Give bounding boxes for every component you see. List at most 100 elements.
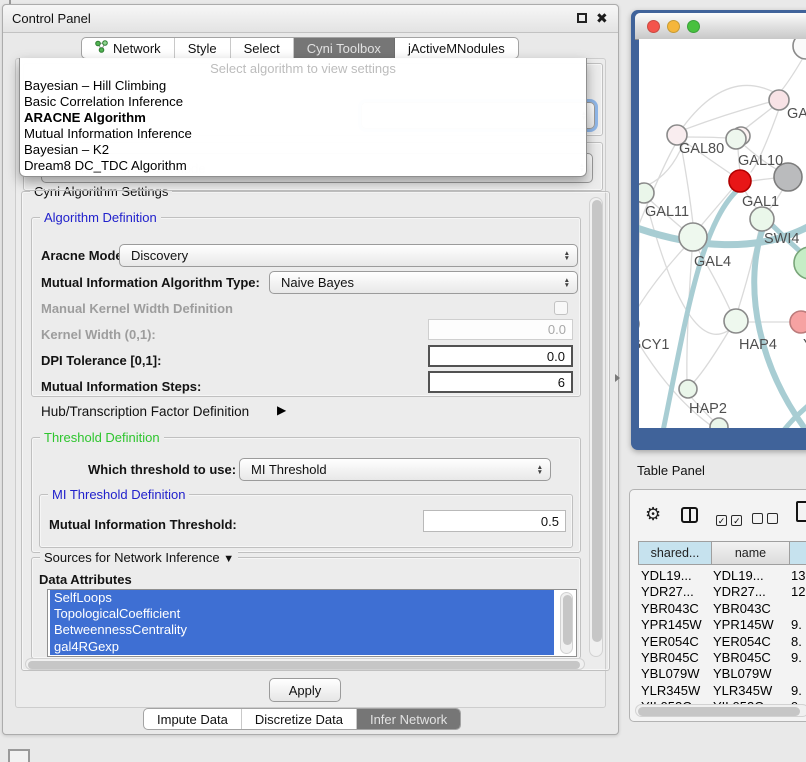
network-node[interactable] <box>769 90 789 110</box>
kernel-width-label: Kernel Width (0,1): <box>41 327 156 342</box>
data-attribute-item[interactable]: TopologicalCoefficient <box>50 606 554 622</box>
window-close-button[interactable] <box>647 20 660 33</box>
table-cell: YDL19... <box>713 568 764 583</box>
data-attribute-item[interactable]: gal4RGexp <box>50 639 554 655</box>
column-header-2[interactable]: name <box>712 541 790 565</box>
network-node[interactable] <box>724 309 748 333</box>
new-table-document-icon[interactable] <box>796 501 806 522</box>
control-panel-title: Control Panel <box>12 11 91 26</box>
node-label: GAL80 <box>679 141 724 157</box>
node-label: GAL4 <box>694 254 731 270</box>
table-cell: YER054C <box>641 634 699 649</box>
network-window-titlebar[interactable] <box>635 13 806 40</box>
tab-cyni-toolbox[interactable]: Cyni Toolbox <box>294 38 395 58</box>
algorithm-option[interactable]: Dream8 DC_TDC Algorithm <box>20 158 586 174</box>
network-node[interactable] <box>790 311 806 333</box>
hub-expand-arrow-icon[interactable]: ▶ <box>277 403 286 417</box>
table-row[interactable]: YBR043CYBR043C <box>638 600 806 616</box>
settings-vscrollbar-thumb[interactable] <box>592 200 602 642</box>
network-node[interactable] <box>726 129 746 149</box>
mi-steps-label: Mutual Information Steps: <box>41 379 201 394</box>
select-all-checks-icon[interactable]: ✓ ✓ <box>716 511 742 529</box>
window-zoom-button[interactable] <box>687 20 700 33</box>
settings-hscrollbar-thumb[interactable] <box>28 661 580 669</box>
tab-network[interactable]: Network <box>82 38 175 58</box>
gray-edge[interactable] <box>686 102 770 129</box>
table-cell: YBL079W <box>713 666 772 681</box>
mi-type-combo[interactable]: Naive Bayes ▲▼ <box>269 271 578 294</box>
algorithm-option[interactable]: ARACNE Algorithm <box>20 110 586 126</box>
dpi-tolerance-field[interactable] <box>428 345 573 367</box>
network-node[interactable] <box>679 223 707 251</box>
data-attribute-item[interactable]: SelfLoops <box>50 590 554 606</box>
network-node[interactable] <box>710 418 728 428</box>
split-divider-handle-icon[interactable] <box>615 374 620 382</box>
tab-infer-network[interactable]: Infer Network <box>357 709 460 729</box>
mi-threshold-field[interactable] <box>423 510 566 532</box>
popup-item-list: Bayesian – Hill ClimbingBasic Correlatio… <box>20 78 586 174</box>
control-panel-titlebar: Control Panel ✖ <box>3 5 618 33</box>
attributes-vscrollbar[interactable] <box>560 592 573 654</box>
deselect-all-checks-icon[interactable] <box>752 511 778 529</box>
gray-edge[interactable] <box>693 329 730 383</box>
close-window-icon[interactable]: ✖ <box>596 10 608 27</box>
table-row[interactable]: YDL19...YDL19...13 <box>638 567 806 583</box>
network-view-window[interactable]: GALGAL80GAL10GAL11GAL1SWI4GAL4GCY1HAP4YH… <box>631 10 806 450</box>
apply-button[interactable]: Apply <box>269 678 341 702</box>
tab-impute-data[interactable]: Impute Data <box>144 709 242 729</box>
dock-panel-icon[interactable] <box>8 749 30 762</box>
kernel-width-field[interactable] <box>428 319 573 340</box>
algorithm-option[interactable]: Basic Correlation Inference <box>20 94 586 110</box>
tab-discretize-data[interactable]: Discretize Data <box>242 709 357 729</box>
algorithm-option[interactable]: Bayesian – K2 <box>20 142 586 158</box>
network-node[interactable] <box>639 183 654 203</box>
tab-select[interactable]: Select <box>231 38 294 58</box>
network-canvas[interactable]: GALGAL80GAL10GAL11GAL1SWI4GAL4GCY1HAP4YH… <box>639 39 806 428</box>
window-minimize-button[interactable] <box>667 20 680 33</box>
aracne-mode-combo[interactable]: Discovery ▲▼ <box>119 244 578 267</box>
network-node[interactable] <box>729 170 751 192</box>
table-row[interactable]: YBL079WYBL079W <box>638 665 806 681</box>
table-settings-gear-icon[interactable]: ⚙ <box>645 504 661 525</box>
network-node[interactable] <box>793 39 806 59</box>
mi-threshold-group-title: MI Threshold Definition <box>48 487 189 502</box>
table-row[interactable]: YLR345WYLR345W9. <box>638 682 806 698</box>
table-row[interactable]: YER054CYER054C8. <box>638 633 806 649</box>
attributes-vscrollbar-thumb[interactable] <box>563 595 572 645</box>
table-cell: YLR345W <box>641 683 700 698</box>
gray-edge[interactable] <box>639 247 685 319</box>
column-header-3[interactable]: A <box>790 541 806 565</box>
column-selector-icon[interactable] <box>681 507 698 523</box>
table-row[interactable]: YPR145WYPR145W9. <box>638 616 806 632</box>
tab-jactivemnodules[interactable]: jActiveMNodules <box>395 38 518 58</box>
table-cell: YLR345W <box>713 683 772 698</box>
network-node[interactable] <box>794 247 806 279</box>
data-attribute-item[interactable]: BetweennessCentrality <box>50 622 554 638</box>
table-hscrollbar[interactable] <box>635 704 806 717</box>
column-header-1[interactable]: shared... <box>638 541 712 565</box>
settings-hscrollbar[interactable] <box>25 658 585 670</box>
network-node[interactable] <box>679 380 697 398</box>
data-attributes-list[interactable]: SelfLoopsTopologicalCoefficientBetweenne… <box>47 589 577 657</box>
algorithm-option[interactable]: Mutual Information Inference <box>20 126 586 142</box>
gray-edge[interactable] <box>687 137 727 138</box>
tab-style[interactable]: Style <box>175 38 231 58</box>
network-node[interactable] <box>750 207 774 231</box>
table-hscrollbar-thumb[interactable] <box>638 707 800 716</box>
float-window-icon[interactable] <box>577 13 587 23</box>
table-row[interactable]: YBR045CYBR045C9. <box>638 649 806 665</box>
control-panel-tab-bar: NetworkStyleSelectCyni ToolboxjActiveMNo… <box>81 37 519 59</box>
settings-vscrollbar[interactable] <box>589 197 603 657</box>
manual-kernel-label: Manual Kernel Width Definition <box>41 301 233 316</box>
gray-edge[interactable] <box>751 178 775 181</box>
which-threshold-combo[interactable]: MI Threshold ▲▼ <box>239 458 551 481</box>
mi-steps-field[interactable] <box>428 371 573 393</box>
algorithm-option[interactable]: Bayesian – Hill Climbing <box>20 78 586 94</box>
network-graph: GALGAL80GAL10GAL11GAL1SWI4GAL4GCY1HAP4YH… <box>639 39 806 428</box>
table-cell: YER054C <box>713 634 771 649</box>
manual-kernel-checkbox[interactable] <box>554 301 568 315</box>
hub-section-label[interactable]: Hub/Transcription Factor Definition <box>41 404 249 419</box>
table-cell: 12 <box>791 584 805 599</box>
sources-collapse-arrow-icon[interactable]: ▼ <box>223 553 234 565</box>
table-row[interactable]: YDR27...YDR27...12 <box>638 583 806 599</box>
